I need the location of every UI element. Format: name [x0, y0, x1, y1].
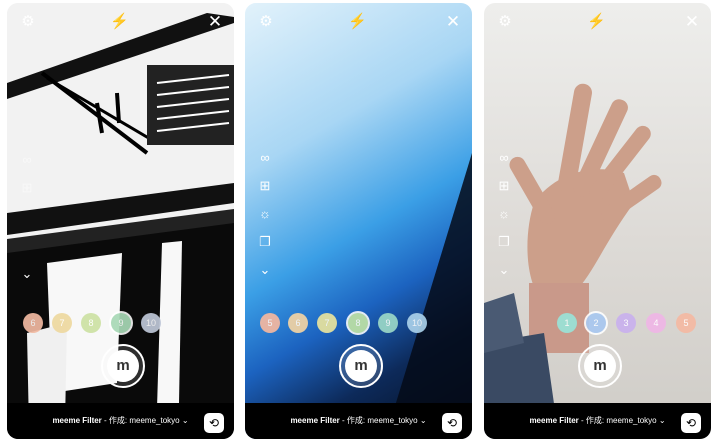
filter-dot[interactable]: 4 [646, 313, 666, 333]
brightness-icon[interactable]: ☼ [495, 205, 513, 223]
infinity-icon[interactable]: ∞ [495, 149, 513, 167]
bottom-bar: meeme Filter - 作成: meeme_tokyo ⌄ ⟲ [484, 403, 711, 439]
filter-dot[interactable]: 10 [141, 313, 161, 333]
layout-icon[interactable]: ⊞ [495, 177, 513, 195]
filter-credit[interactable]: meeme Filter - 作成: meeme_tokyo ⌄ [245, 415, 472, 426]
chevron-down-icon[interactable]: ⌄ [495, 261, 513, 279]
close-icon[interactable]: ✕ [683, 13, 701, 31]
filter-dot[interactable]: 9 [378, 313, 398, 333]
shutter-label: m [107, 350, 139, 382]
filter-dot[interactable]: 5 [260, 313, 280, 333]
filter-strip: 1 2 3 4 5 [484, 313, 711, 335]
filter-credit-author: - 作成: meeme_tokyo [101, 416, 180, 425]
shutter-label: m [584, 350, 616, 382]
flip-camera-icon[interactable]: ⟲ [681, 413, 701, 433]
filter-strip: 5 6 7 8 9 10 [245, 313, 472, 335]
filter-dot[interactable]: 2 [586, 313, 606, 333]
gear-icon[interactable]: ⚙ [257, 13, 275, 31]
filter-dot[interactable]: 8 [81, 313, 101, 333]
filter-dot[interactable]: 1 [557, 313, 577, 333]
gear-icon[interactable]: ⚙ [19, 13, 37, 31]
layout-icon[interactable]: ⊞ [256, 177, 274, 195]
filter-credit-author: - 作成: meeme_tokyo [578, 416, 657, 425]
filter-dot[interactable]: 10 [407, 313, 427, 333]
shutter-label: m [345, 350, 377, 382]
shutter-button[interactable]: m [339, 344, 383, 388]
filter-credit-title: meeme Filter [529, 416, 579, 425]
screen-2: ⚙ ⚡ ✕ ∞ ⊞ ☼ ❐ ⌄ 5 6 7 8 9 10 m meeme Fil… [245, 3, 472, 439]
flash-off-icon[interactable]: ⚡ [348, 13, 367, 31]
filter-dot[interactable]: 5 [676, 313, 696, 333]
brightness-icon[interactable]: ☼ [256, 205, 274, 223]
chevron-down-icon[interactable]: ⌄ [18, 265, 36, 283]
sticker-icon[interactable]: ❐ [256, 233, 274, 251]
screen-3: ⚙ ⚡ ✕ ∞ ⊞ ☼ ❐ ⌄ 1 2 3 4 5 m meeme Filter… [484, 3, 711, 439]
shutter-button[interactable]: m [101, 344, 145, 388]
filter-dot[interactable]: 3 [616, 313, 636, 333]
filter-credit-title: meeme Filter [52, 416, 102, 425]
filter-dot[interactable]: 6 [23, 313, 43, 333]
filter-dot[interactable]: 7 [52, 313, 72, 333]
close-icon[interactable]: ✕ [444, 13, 462, 31]
filter-credit-title: meeme Filter [290, 416, 340, 425]
flip-camera-icon[interactable]: ⟲ [442, 413, 462, 433]
filter-credit-author: - 作成: meeme_tokyo [339, 416, 418, 425]
bottom-bar: meeme Filter - 作成: meeme_tokyo ⌄ ⟲ [7, 403, 234, 439]
infinity-icon[interactable]: ∞ [256, 149, 274, 167]
chevron-down-icon[interactable]: ⌄ [256, 261, 274, 279]
filter-credit[interactable]: meeme Filter - 作成: meeme_tokyo ⌄ [7, 415, 234, 426]
filter-credit[interactable]: meeme Filter - 作成: meeme_tokyo ⌄ [484, 415, 711, 426]
filter-dot[interactable]: 9 [111, 313, 131, 333]
layout-icon[interactable]: ⊞ [18, 179, 36, 197]
bottom-bar: meeme Filter - 作成: meeme_tokyo ⌄ ⟲ [245, 403, 472, 439]
infinity-icon[interactable]: ∞ [18, 151, 36, 169]
flip-camera-icon[interactable]: ⟲ [204, 413, 224, 433]
filter-dot[interactable]: 8 [348, 313, 368, 333]
flash-off-icon[interactable]: ⚡ [587, 13, 606, 31]
close-icon[interactable]: ✕ [206, 13, 224, 31]
filter-dot[interactable]: 6 [288, 313, 308, 333]
filter-strip: 6 7 8 9 10 [7, 313, 234, 335]
flash-off-icon[interactable]: ⚡ [110, 13, 129, 31]
filter-dot[interactable]: 7 [317, 313, 337, 333]
sticker-icon[interactable]: ❐ [495, 233, 513, 251]
screen-1: ⚙ ⚡ ✕ ∞ ⊞ ⌄ 6 7 8 9 10 m meeme Filter - … [7, 3, 234, 439]
gear-icon[interactable]: ⚙ [496, 13, 514, 31]
shutter-button[interactable]: m [578, 344, 622, 388]
